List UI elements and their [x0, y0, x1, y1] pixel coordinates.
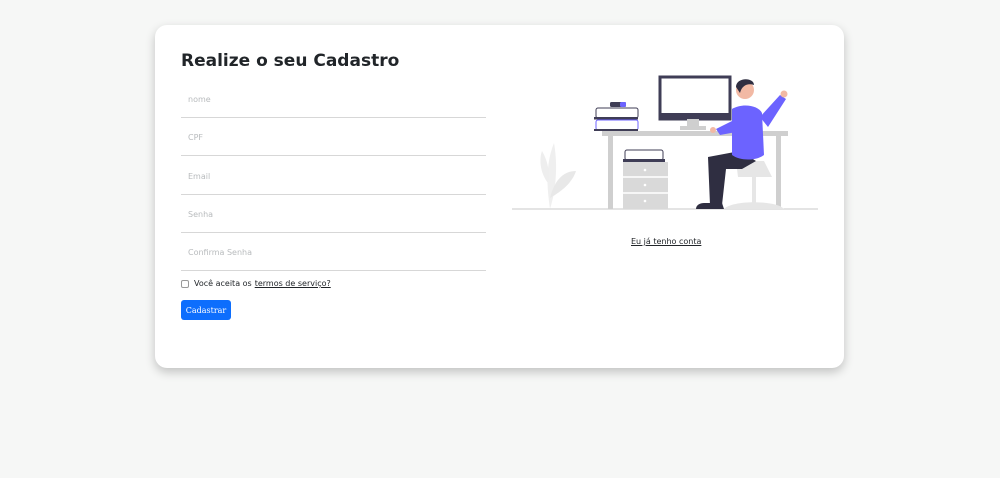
login-link[interactable]: Eu já tenho conta [631, 237, 701, 246]
password-field[interactable] [181, 197, 486, 233]
terms-label: Você aceita os [194, 279, 252, 288]
page-title: Realize o seu Cadastro [181, 51, 400, 71]
terms-row: Você aceita os termos de serviço? [181, 279, 331, 288]
signup-card: Realize o seu Cadastro Você aceita os te… [155, 25, 844, 368]
email-field[interactable] [181, 159, 486, 195]
person-at-desk-illustration [512, 75, 818, 210]
terms-link[interactable]: termos de serviço? [255, 279, 331, 288]
submit-button[interactable]: Cadastrar [181, 300, 231, 320]
cpf-field[interactable] [181, 120, 486, 156]
terms-checkbox[interactable] [181, 279, 189, 288]
confirm-password-field[interactable] [181, 235, 486, 271]
name-field[interactable] [181, 82, 486, 118]
